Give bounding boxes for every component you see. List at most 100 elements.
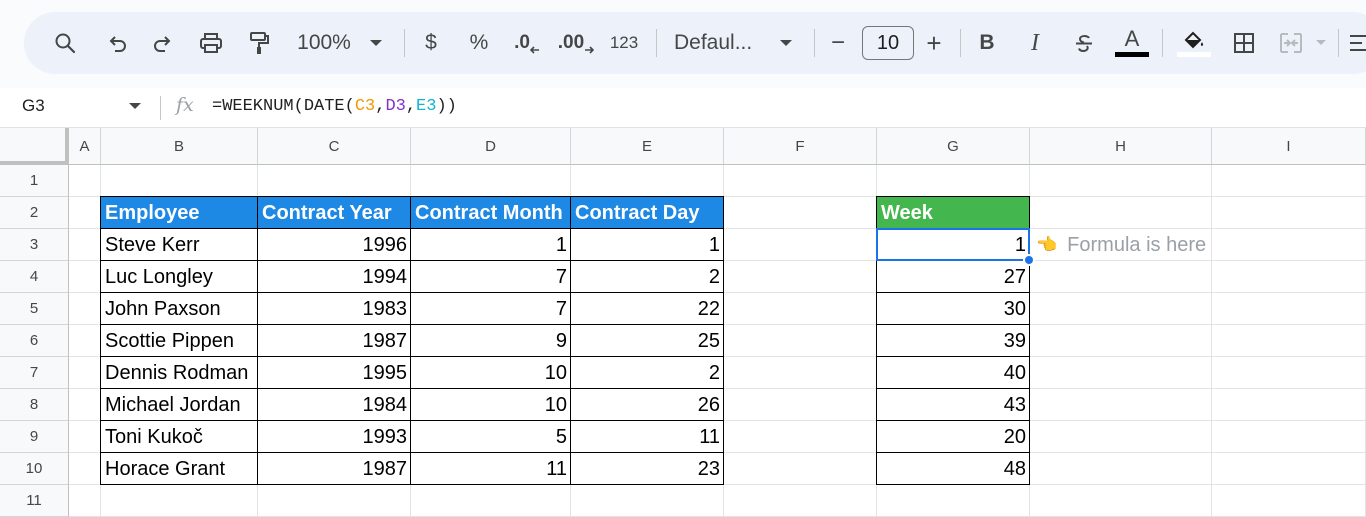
toolbar-divider	[404, 29, 405, 57]
column-header-a[interactable]: A	[69, 128, 101, 165]
formula-bar-divider	[160, 96, 161, 120]
increase-decimal-label: .00	[557, 32, 585, 53]
table-cell-border	[257, 292, 411, 325]
table-cell-border	[100, 292, 258, 325]
chevron-down-icon[interactable]	[776, 12, 796, 74]
bold-button[interactable]: B	[974, 12, 1000, 74]
text-color-button[interactable]: A	[1114, 12, 1150, 74]
column-header-e[interactable]: E	[571, 128, 724, 165]
column-header-c[interactable]: C	[258, 128, 411, 165]
row-header-10[interactable]: 10	[0, 453, 69, 485]
row-header-5[interactable]: 5	[0, 293, 69, 325]
strikethrough-icon[interactable]	[1070, 12, 1098, 74]
formula-note: 👈 Formula is here	[1036, 229, 1206, 261]
row-header-8[interactable]: 8	[0, 389, 69, 421]
name-box[interactable]: G3	[22, 96, 45, 116]
paint-bucket-icon	[1184, 31, 1204, 48]
paint-format-icon[interactable]	[244, 12, 274, 74]
row-header-7[interactable]: 7	[0, 357, 69, 389]
fill-color-button[interactable]	[1176, 12, 1212, 74]
row-header-4[interactable]: 4	[0, 261, 69, 293]
formula-ref-c3: C3	[354, 97, 376, 116]
formula-suffix: ))	[436, 97, 457, 116]
table-cell-border	[100, 260, 258, 293]
toolbar-divider	[1338, 29, 1339, 57]
formula-ref-e3: E3	[416, 97, 437, 116]
row-header-2[interactable]: 2	[0, 197, 69, 229]
arrow-left-icon	[529, 46, 539, 54]
toolbar-divider	[656, 29, 657, 57]
table-cell-border	[410, 196, 571, 229]
horizontal-align-icon[interactable]	[1348, 12, 1366, 74]
font-select[interactable]: Defaul...	[674, 12, 760, 74]
table-cell-border	[257, 356, 411, 389]
week-cell-border	[876, 196, 1030, 229]
row-header-9[interactable]: 9	[0, 421, 69, 453]
toolbar-divider	[1162, 29, 1163, 57]
percent-button[interactable]: %	[466, 12, 492, 74]
borders-icon[interactable]	[1230, 12, 1258, 74]
week-cell-border	[876, 420, 1030, 453]
table-cell-border	[100, 420, 258, 453]
column-header-g[interactable]: G	[877, 128, 1030, 165]
decrease-decimal-label: .0	[514, 32, 530, 53]
table-cell-border	[570, 292, 724, 325]
search-menus-icon[interactable]	[50, 12, 80, 74]
fill-handle[interactable]	[1023, 254, 1035, 266]
increase-decimal-button[interactable]: .00	[556, 12, 596, 74]
fill-color-swatch	[1177, 51, 1211, 57]
chevron-down-icon[interactable]	[366, 12, 386, 74]
week-cell-border	[876, 260, 1030, 293]
table-cell-border	[570, 452, 724, 485]
chevron-down-icon[interactable]	[128, 102, 142, 110]
decrease-font-size-button[interactable]: −	[826, 12, 850, 74]
text-color-swatch	[1115, 52, 1149, 57]
table-cell-border	[257, 452, 411, 485]
row-header-1[interactable]: 1	[0, 165, 69, 197]
table-cell-border	[570, 356, 724, 389]
merge-cells-icon[interactable]	[1276, 12, 1306, 74]
table-cell-border	[257, 420, 411, 453]
row-header-11[interactable]: 11	[0, 485, 69, 517]
table-cell-border	[570, 388, 724, 421]
text-color-letter: A	[1124, 26, 1140, 51]
row-header-3[interactable]: 3	[0, 229, 69, 261]
zoom-select[interactable]: 100%	[292, 12, 356, 74]
week-cell-border	[876, 324, 1030, 357]
column-header-i[interactable]: I	[1212, 128, 1366, 165]
currency-button[interactable]: $	[420, 12, 442, 74]
table-cell-border	[257, 324, 411, 357]
column-header-f[interactable]: F	[724, 128, 877, 165]
chevron-down-icon[interactable]	[1312, 12, 1330, 74]
formula-input[interactable]: =WEEKNUM(DATE(C3,D3,E3))	[212, 97, 457, 116]
table-cell-border	[410, 228, 571, 261]
toolbar-area: 100% $ % .0 .00 123 Defaul... − 10 + B I	[0, 0, 1366, 88]
week-cell-border	[876, 452, 1030, 485]
italic-button[interactable]: I	[1022, 12, 1048, 74]
font-size-input[interactable]: 10	[862, 26, 914, 60]
week-cell-border	[876, 292, 1030, 325]
spreadsheet-grid[interactable]: A B C D E F G H I 1 2 3 4 5 6 7 8 9 10 11 Employee Contract Y…	[0, 128, 1366, 517]
print-icon[interactable]	[196, 12, 226, 74]
row-header-6[interactable]: 6	[0, 325, 69, 357]
week-cell-border	[876, 356, 1030, 389]
formula-bar: G3 fx =WEEKNUM(DATE(C3,D3,E3))	[0, 88, 1366, 128]
redo-icon[interactable]	[148, 12, 178, 74]
increase-font-size-button[interactable]: +	[922, 12, 946, 74]
active-cell-selection[interactable]	[876, 228, 1030, 261]
table-cell-border	[410, 260, 571, 293]
table-cell-border	[410, 420, 571, 453]
gridline-vertical	[1211, 165, 1212, 517]
table-cell-border	[410, 292, 571, 325]
formula-ref-d3: D3	[385, 97, 406, 116]
decrease-decimal-button[interactable]: .0	[510, 12, 544, 74]
more-formats-button[interactable]: 123	[608, 12, 640, 74]
column-header-d[interactable]: D	[411, 128, 571, 165]
formula-note-text: Formula is here	[1067, 233, 1207, 256]
select-all-corner[interactable]	[0, 128, 69, 165]
table-cell-border	[257, 228, 411, 261]
table-cell-border	[257, 196, 411, 229]
column-header-b[interactable]: B	[101, 128, 258, 165]
undo-icon[interactable]	[102, 12, 132, 74]
column-header-h[interactable]: H	[1030, 128, 1212, 165]
